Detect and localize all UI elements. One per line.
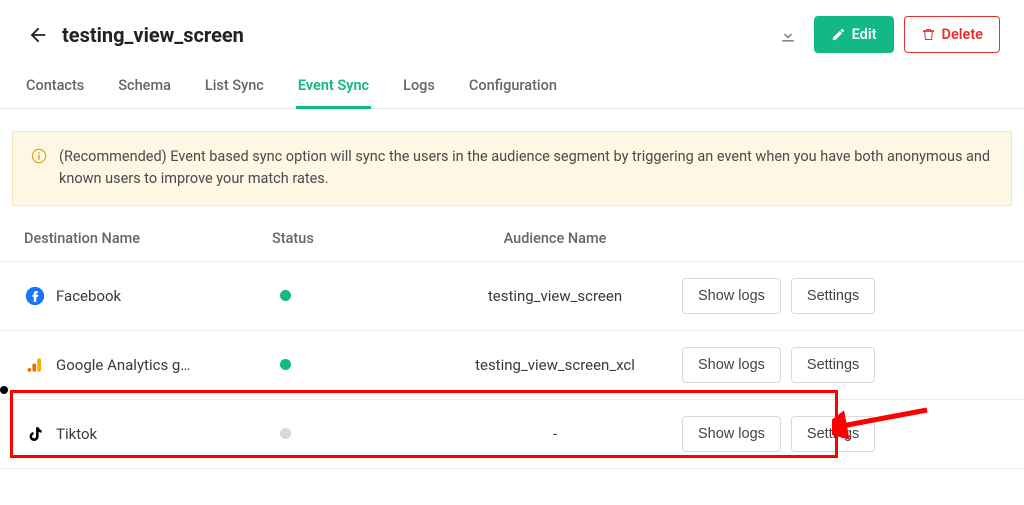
settings-button[interactable]: Settings [791,347,875,383]
show-logs-button[interactable]: Show logs [682,416,781,452]
facebook-icon [24,285,46,307]
tab-logs[interactable]: Logs [401,67,437,109]
header-status: Status [272,230,440,247]
edit-button[interactable]: Edit [814,16,894,53]
tabs: Contacts Schema List Sync Event Sync Log… [0,67,1024,109]
settings-button[interactable]: Settings [791,416,875,452]
destination-name: Facebook [56,287,121,305]
page-title: testing_view_screen [62,23,772,47]
tab-list-sync[interactable]: List Sync [203,67,266,109]
info-banner: (Recommended) Event based sync option wi… [12,131,1012,206]
settings-button[interactable]: Settings [791,278,875,314]
table-row: Facebook testing_view_screen Show logs S… [0,261,1024,330]
delete-button[interactable]: Delete [904,16,1001,53]
page-header: testing_view_screen Edit Delete [0,0,1024,67]
show-logs-button[interactable]: Show logs [682,347,781,383]
status-indicator [280,359,291,370]
show-logs-button[interactable]: Show logs [682,278,781,314]
info-icon [31,148,47,168]
edit-icon [831,27,846,42]
arrow-left-icon [27,24,49,46]
tab-event-sync[interactable]: Event Sync [296,67,371,109]
delete-label: Delete [942,26,984,43]
back-button[interactable] [24,21,52,49]
google-analytics-icon [24,354,46,376]
table-row: Google Analytics g… testing_view_screen_… [0,330,1024,399]
header-actions: Edit Delete [772,16,1000,53]
trash-icon [921,27,936,42]
tiktok-icon [24,423,46,445]
destination-name: Tiktok [56,425,97,443]
destination-name: Google Analytics g… [56,356,190,374]
header-audience: Audience Name [440,230,670,247]
info-text: (Recommended) Event based sync option wi… [59,146,993,191]
audience-name: testing_view_screen [488,287,622,305]
audience-name: testing_view_screen_xcl [475,356,635,374]
tab-configuration[interactable]: Configuration [467,67,559,109]
download-icon [778,25,798,45]
edit-label: Edit [852,26,877,43]
tab-schema[interactable]: Schema [116,67,173,109]
audience-name: - [553,425,557,443]
table-header: Destination Name Status Audience Name [0,216,1024,261]
annotation-dot [0,386,8,394]
header-destination: Destination Name [24,230,272,247]
status-indicator [280,428,291,439]
tab-contacts[interactable]: Contacts [24,67,86,109]
download-button[interactable] [772,19,804,51]
status-indicator [280,290,291,301]
destinations-table: Destination Name Status Audience Name Fa… [0,216,1024,469]
table-row: Tiktok - Show logs Settings [0,399,1024,469]
